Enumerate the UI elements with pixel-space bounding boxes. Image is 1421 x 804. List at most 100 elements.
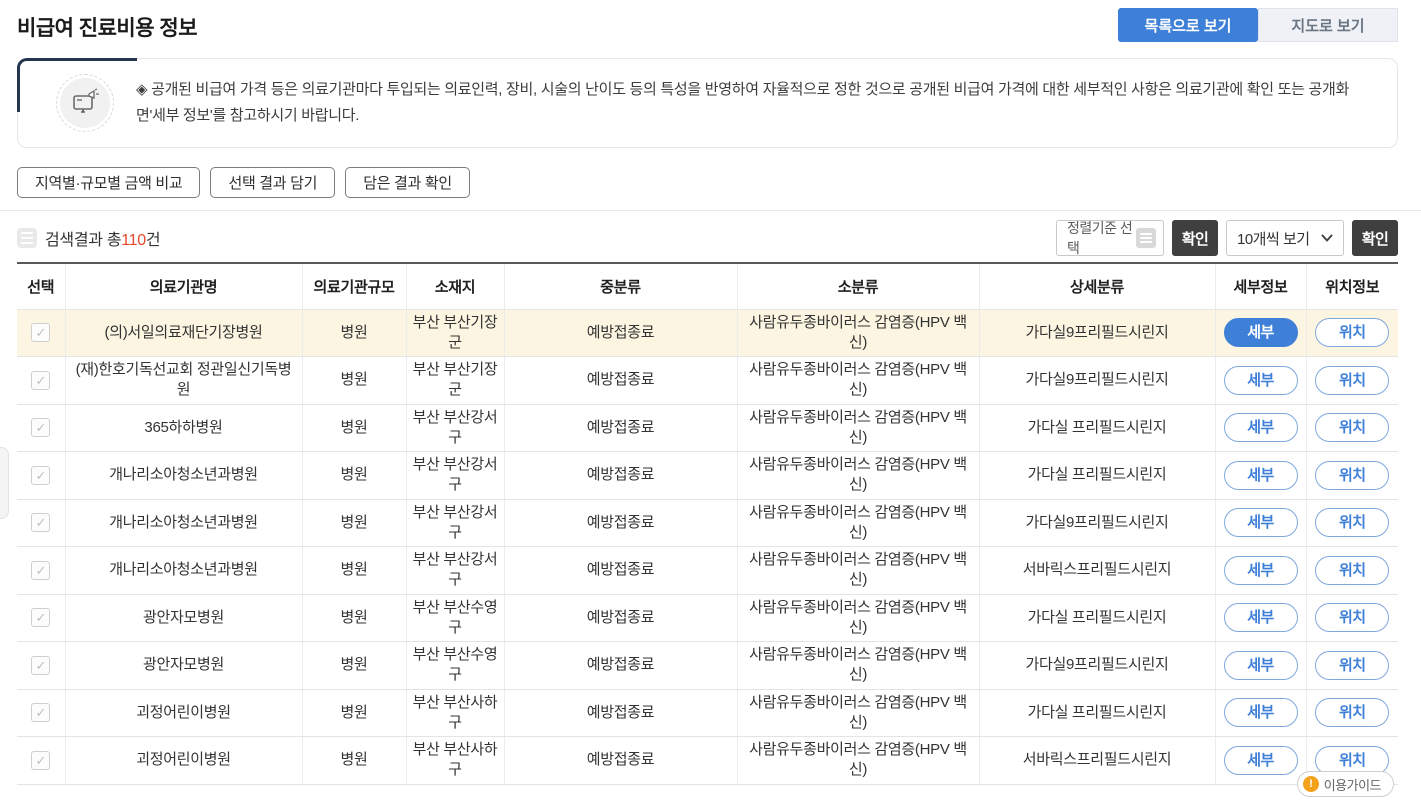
location-button[interactable]: 위치 bbox=[1315, 413, 1389, 442]
row-checkbox[interactable]: ✓ bbox=[31, 513, 50, 532]
results-text: 검색결과 총110건 bbox=[45, 226, 160, 250]
hospital-name-cell: 개나리소아청소년과병원 bbox=[65, 499, 302, 547]
hospital-scale-cell: 병원 bbox=[302, 499, 406, 547]
table-row: ✓ 개나리소아청소년과병원 병원 부산 부산강서구 예방접종료 사람유두종바이러… bbox=[17, 452, 1398, 500]
detail-button[interactable]: 세부 bbox=[1224, 366, 1298, 395]
mid-category-cell: 예방접종료 bbox=[504, 357, 737, 405]
detail-button[interactable]: 세부 bbox=[1224, 746, 1298, 775]
mid-category-cell: 예방접종료 bbox=[504, 737, 737, 785]
region-cell: 부산 부산강서구 bbox=[406, 499, 504, 547]
action-button-row: 지역별·규모별 금액 비교 선택 결과 담기 담은 결과 확인 bbox=[17, 167, 470, 198]
location-button[interactable]: 위치 bbox=[1315, 508, 1389, 537]
row-checkbox[interactable]: ✓ bbox=[31, 656, 50, 675]
hospital-scale-cell: 병원 bbox=[302, 357, 406, 405]
location-button[interactable]: 위치 bbox=[1315, 318, 1389, 347]
sort-select[interactable]: 정렬기준 선택 bbox=[1056, 220, 1164, 256]
page-size-select[interactable]: 10개씩 보기 bbox=[1226, 220, 1344, 256]
compare-by-region-button[interactable]: 지역별·규모별 금액 비교 bbox=[17, 167, 200, 198]
row-checkbox[interactable]: ✓ bbox=[31, 751, 50, 770]
sub-category-cell: 사람유두종바이러스 감염증(HPV 백신) bbox=[737, 737, 979, 785]
sub-category-cell: 사람유두종바이러스 감염증(HPV 백신) bbox=[737, 689, 979, 737]
region-cell: 부산 부산사하구 bbox=[406, 689, 504, 737]
sort-confirm-button[interactable]: 확인 bbox=[1172, 220, 1218, 256]
detail-button[interactable]: 세부 bbox=[1224, 556, 1298, 585]
row-checkbox[interactable]: ✓ bbox=[31, 418, 50, 437]
detail-category-cell: 가다실 프리필드시린지 bbox=[979, 452, 1215, 500]
location-button[interactable]: 위치 bbox=[1315, 366, 1389, 395]
header-detail-category: 상세분류 bbox=[979, 263, 1215, 309]
hospital-name-cell: 괴정어린이병원 bbox=[65, 689, 302, 737]
location-button[interactable]: 위치 bbox=[1315, 556, 1389, 585]
hospital-name-cell: (의)서일의료재단기장병원 bbox=[65, 309, 302, 357]
detail-category-cell: 가다실9프리필드시린지 bbox=[979, 642, 1215, 690]
table-header: 선택 의료기관명 의료기관규모 소재지 중분류 소분류 상세분류 세부정보 위치… bbox=[17, 263, 1398, 309]
detail-button[interactable]: 세부 bbox=[1224, 698, 1298, 727]
header-region: 소재지 bbox=[406, 263, 504, 309]
mid-category-cell: 예방접종료 bbox=[504, 547, 737, 595]
header-mid-category: 중분류 bbox=[504, 263, 737, 309]
row-checkbox[interactable]: ✓ bbox=[31, 703, 50, 722]
region-cell: 부산 부산강서구 bbox=[406, 547, 504, 595]
view-collected-button[interactable]: 담은 결과 확인 bbox=[345, 167, 470, 198]
page-size-value: 10개씩 보기 bbox=[1237, 228, 1310, 249]
sub-category-cell: 사람유두종바이러스 감염증(HPV 백신) bbox=[737, 357, 979, 405]
hospital-scale-cell: 병원 bbox=[302, 309, 406, 357]
table-row: ✓ 괴정어린이병원 병원 부산 부산사하구 예방접종료 사람유두종바이러스 감염… bbox=[17, 689, 1398, 737]
mid-category-cell: 예방접종료 bbox=[504, 452, 737, 500]
hospital-scale-cell: 병원 bbox=[302, 689, 406, 737]
table-row: ✓ 개나리소아청소년과병원 병원 부산 부산강서구 예방접종료 사람유두종바이러… bbox=[17, 499, 1398, 547]
hospital-name-cell: 광안자모병원 bbox=[65, 594, 302, 642]
hospital-name-cell: (재)한호기독선교회 정관일신기독병원 bbox=[65, 357, 302, 405]
mid-category-cell: 예방접종료 bbox=[504, 309, 737, 357]
results-bar: 검색결과 총110건 정렬기준 선택 확인 10개씩 보기 확인 bbox=[17, 219, 1398, 257]
hospital-name-cell: 괴정어린이병원 bbox=[65, 737, 302, 785]
notice-box: ◈ 공개된 비급여 가격 등은 의료기관마다 투입되는 의료인력, 장비, 시술… bbox=[17, 58, 1398, 148]
table-row: ✓ 365하하병원 병원 부산 부산강서구 예방접종료 사람유두종바이러스 감염… bbox=[17, 404, 1398, 452]
detail-button[interactable]: 세부 bbox=[1224, 603, 1298, 632]
detail-button[interactable]: 세부 bbox=[1224, 413, 1298, 442]
region-cell: 부산 부산강서구 bbox=[406, 404, 504, 452]
page-size-confirm-button[interactable]: 확인 bbox=[1352, 220, 1398, 256]
detail-category-cell: 가다실9프리필드시린지 bbox=[979, 357, 1215, 405]
detail-category-cell: 가다실9프리필드시린지 bbox=[979, 309, 1215, 357]
collect-selection-button[interactable]: 선택 결과 담기 bbox=[210, 167, 335, 198]
list-icon bbox=[17, 228, 37, 248]
detail-category-cell: 가다실9프리필드시린지 bbox=[979, 499, 1215, 547]
table-row: ✓ 광안자모병원 병원 부산 부산수영구 예방접종료 사람유두종바이러스 감염증… bbox=[17, 642, 1398, 690]
detail-button[interactable]: 세부 bbox=[1224, 461, 1298, 490]
exclamation-icon: ! bbox=[1303, 776, 1319, 792]
mid-category-cell: 예방접종료 bbox=[504, 689, 737, 737]
header-select: 선택 bbox=[17, 263, 65, 309]
row-checkbox[interactable]: ✓ bbox=[31, 608, 50, 627]
sort-list-icon[interactable] bbox=[1136, 228, 1156, 248]
detail-button[interactable]: 세부 bbox=[1224, 508, 1298, 537]
list-view-button[interactable]: 목록으로 보기 bbox=[1118, 8, 1258, 42]
sort-select-label: 정렬기준 선택 bbox=[1067, 218, 1136, 258]
detail-button[interactable]: 세부 bbox=[1224, 318, 1298, 347]
detail-button[interactable]: 세부 bbox=[1224, 651, 1298, 680]
hospital-scale-cell: 병원 bbox=[302, 642, 406, 690]
location-button[interactable]: 위치 bbox=[1315, 603, 1389, 632]
hospital-scale-cell: 병원 bbox=[302, 594, 406, 642]
location-button[interactable]: 위치 bbox=[1315, 651, 1389, 680]
header-sub-category: 소분류 bbox=[737, 263, 979, 309]
side-panel-handle[interactable] bbox=[0, 447, 9, 519]
monitor-announce-icon bbox=[60, 78, 110, 128]
location-button[interactable]: 위치 bbox=[1315, 698, 1389, 727]
row-checkbox[interactable]: ✓ bbox=[31, 371, 50, 390]
results-table: 선택 의료기관명 의료기관규모 소재지 중분류 소분류 상세분류 세부정보 위치… bbox=[17, 262, 1398, 785]
row-checkbox[interactable]: ✓ bbox=[31, 323, 50, 342]
usage-guide-button[interactable]: ! 이용가이드 bbox=[1297, 771, 1394, 797]
results-controls: 정렬기준 선택 확인 10개씩 보기 확인 bbox=[1056, 220, 1398, 256]
mid-category-cell: 예방접종료 bbox=[504, 642, 737, 690]
map-view-button[interactable]: 지도로 보기 bbox=[1258, 8, 1398, 42]
row-checkbox[interactable]: ✓ bbox=[31, 466, 50, 485]
hospital-scale-cell: 병원 bbox=[302, 737, 406, 785]
header-hospital-name: 의료기관명 bbox=[65, 263, 302, 309]
header-detail-info: 세부정보 bbox=[1215, 263, 1306, 309]
table-row: ✓ 괴정어린이병원 병원 부산 부산사하구 예방접종료 사람유두종바이러스 감염… bbox=[17, 737, 1398, 785]
location-button[interactable]: 위치 bbox=[1315, 461, 1389, 490]
notice-text: ◈ 공개된 비급여 가격 등은 의료기관마다 투입되는 의료인력, 장비, 시술… bbox=[136, 77, 1367, 130]
notice-icon-ring bbox=[56, 74, 114, 132]
row-checkbox[interactable]: ✓ bbox=[31, 561, 50, 580]
